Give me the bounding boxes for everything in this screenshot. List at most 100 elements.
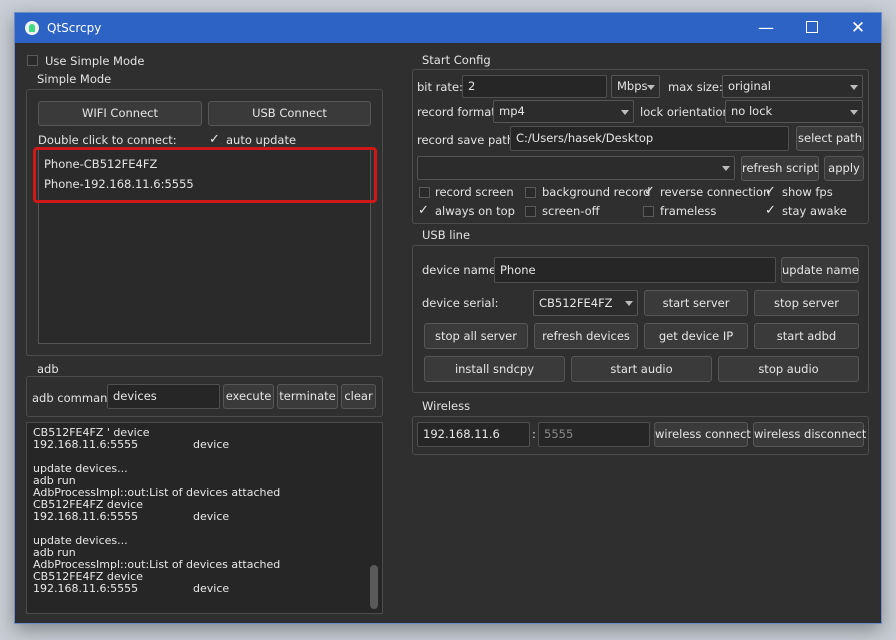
show-fps-label: show fps: [782, 185, 833, 199]
chevron-down-icon: [647, 84, 655, 90]
record-format-select[interactable]: mp4: [493, 100, 634, 123]
background-record-checkbox[interactable]: [525, 187, 536, 198]
bit-rate-label: bit rate:: [417, 80, 463, 94]
max-size-label: max size:: [668, 80, 723, 94]
reverse-connection-label: reverse connection: [660, 185, 771, 199]
record-save-path-input[interactable]: C:/Users/hasek/Desktop: [510, 126, 789, 151]
screen-off-checkbox[interactable]: [525, 206, 536, 217]
usb-line-group-title: USB line: [422, 228, 471, 242]
auto-update-checkbox[interactable]: [209, 135, 220, 146]
execute-button[interactable]: execute: [223, 384, 274, 409]
stop-all-server-button[interactable]: stop all server: [424, 323, 528, 349]
log-line-status: device: [193, 582, 230, 595]
apply-button[interactable]: apply: [824, 156, 864, 181]
log-line-text: 192.168.11.6:5555: [33, 510, 139, 523]
ip-port-separator: :: [532, 427, 536, 441]
show-fps-check-icon: ✓: [765, 184, 776, 199]
log-line-text: 192.168.11.6:5555: [33, 582, 139, 595]
close-icon: ✕: [850, 18, 866, 38]
android-app-icon: [25, 21, 39, 35]
chevron-down-icon: [850, 84, 858, 90]
wifi-connect-button[interactable]: WIFI Connect: [38, 101, 202, 126]
minimize-button[interactable]: —: [743, 13, 789, 43]
terminate-button[interactable]: terminate: [277, 384, 338, 409]
device-name-input[interactable]: Phone: [494, 257, 776, 283]
double-click-hint: Double click to connect:: [38, 133, 177, 147]
bit-rate-unit-select[interactable]: Mbps: [611, 75, 660, 98]
lock-orientation-value: no lock: [731, 104, 773, 118]
device-serial-value: CB512FE4FZ: [539, 296, 613, 310]
wireless-port-input[interactable]: 5555: [538, 422, 650, 447]
use-simple-mode-checkbox[interactable]: [27, 55, 38, 66]
lock-orientation-select[interactable]: no lock: [725, 100, 863, 123]
chevron-down-icon: [625, 301, 633, 306]
start-config-group-title: Start Config: [422, 53, 491, 67]
chevron-down-icon: [850, 109, 858, 115]
wireless-disconnect-button[interactable]: wireless disconnect: [753, 422, 866, 447]
use-simple-mode-label: Use Simple Mode: [45, 54, 145, 68]
frameless-label: frameless: [660, 204, 717, 218]
start-server-button[interactable]: start server: [644, 290, 748, 316]
usb-connect-button[interactable]: USB Connect: [208, 101, 371, 126]
stay-awake-label: stay awake: [782, 204, 847, 218]
app-window: QtScrcpy — ✕ Use Simple Mode Simple Mode…: [14, 12, 882, 624]
record-format-label: record format:: [417, 105, 500, 119]
device-name-label: device name:: [422, 263, 500, 277]
auto-update-label: auto update: [226, 133, 297, 147]
frameless-checkbox[interactable]: [643, 206, 654, 217]
clear-button[interactable]: clear: [341, 384, 376, 409]
record-format-value: mp4: [499, 104, 525, 118]
reverse-connection-check-icon: ✓: [644, 184, 655, 199]
stop-server-button[interactable]: stop server: [754, 290, 859, 316]
window-title: QtScrcpy: [47, 21, 102, 35]
script-select[interactable]: [417, 156, 735, 180]
chevron-down-icon: [722, 166, 730, 171]
max-size-select[interactable]: original: [722, 75, 863, 98]
record-screen-checkbox[interactable]: [419, 187, 430, 198]
wireless-connect-button[interactable]: wireless connect: [654, 422, 751, 447]
background-record-label: background record: [542, 185, 651, 199]
minimize-icon: —: [758, 18, 774, 37]
adb-group-title: adb: [37, 362, 59, 376]
title-bar[interactable]: QtScrcpy — ✕: [15, 13, 881, 43]
record-save-path-label: record save path:: [417, 133, 518, 147]
maximize-icon: [806, 21, 818, 33]
start-audio-button[interactable]: start audio: [571, 356, 712, 382]
log-line: 192.168.11.6:5555 device: [33, 438, 229, 451]
screen-off-label: screen-off: [542, 204, 600, 218]
simple-mode-group-title: Simple Mode: [37, 72, 112, 86]
device-serial-select[interactable]: CB512FE4FZ: [533, 290, 638, 316]
refresh-script-button[interactable]: refresh script: [741, 156, 819, 181]
stop-audio-button[interactable]: stop audio: [718, 356, 859, 382]
bit-rate-unit-value: Mbps: [617, 79, 648, 93]
max-size-value: original: [728, 79, 771, 93]
maximize-button[interactable]: [789, 13, 835, 43]
bit-rate-input[interactable]: 2: [462, 75, 607, 98]
install-sndcpy-button[interactable]: install sndcpy: [424, 356, 565, 382]
select-path-button[interactable]: select path: [796, 126, 864, 151]
wireless-ip-input[interactable]: 192.168.11.6: [417, 422, 530, 447]
close-button[interactable]: ✕: [835, 13, 881, 43]
log-line-status: device: [193, 510, 230, 523]
refresh-devices-button[interactable]: refresh devices: [534, 323, 638, 349]
always-on-top-label: always on top: [435, 204, 515, 218]
wireless-group-title: Wireless: [422, 399, 471, 413]
log-line: 192.168.11.6:5555 device: [33, 582, 229, 595]
device-serial-label: device serial:: [422, 296, 499, 310]
log-scrollbar-thumb[interactable]: [370, 565, 378, 609]
start-adbd-button[interactable]: start adbd: [754, 323, 859, 349]
update-name-button[interactable]: update name: [781, 257, 859, 283]
log-line-status: device: [193, 438, 230, 451]
stay-awake-check-icon: ✓: [765, 203, 776, 218]
adb-command-input[interactable]: devices: [107, 384, 220, 409]
adb-log-output[interactable]: CB512FE4FZ ' device 192.168.11.6:5555 devi…: [26, 422, 383, 614]
chevron-down-icon: [621, 109, 629, 115]
log-line: 192.168.11.6:5555 device: [33, 510, 229, 523]
lock-orientation-label: lock orientation:: [640, 105, 734, 119]
get-device-ip-button[interactable]: get device IP: [644, 323, 748, 349]
highlight-box: [33, 147, 377, 203]
record-screen-label: record screen: [435, 185, 514, 199]
log-line-text: 192.168.11.6:5555: [33, 438, 139, 451]
adb-command-label: adb command:: [32, 391, 119, 405]
always-on-top-check-icon: ✓: [418, 203, 429, 218]
